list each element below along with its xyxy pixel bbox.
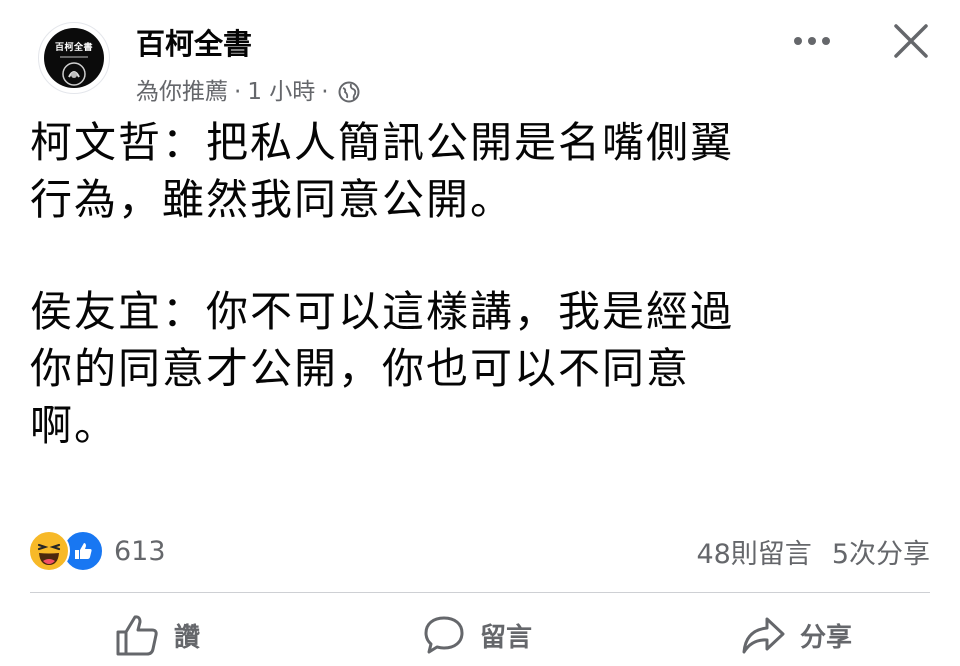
close-icon (894, 24, 928, 58)
comment-button[interactable]: 留言 (422, 610, 532, 660)
post-line: 柯文哲：把私人簡訊公開是名嘴側翼 (30, 118, 735, 167)
share-count-link[interactable]: 5次分享 (832, 532, 930, 571)
globe-icon (338, 81, 360, 103)
reactions-summary[interactable]: 613 (28, 530, 166, 572)
meta-separator: · (321, 79, 329, 105)
action-divider (30, 592, 930, 593)
meta-separator: · (234, 79, 242, 105)
close-button[interactable] (884, 16, 938, 66)
more-options-button[interactable] (788, 24, 836, 58)
reaction-count: 613 (114, 535, 166, 567)
like-button[interactable]: 讚 (114, 610, 200, 660)
more-dots-icon (794, 37, 830, 45)
action-bar: 讚 留言 分享 (0, 610, 960, 660)
engagement-stats: 48則留言 5次分享 (696, 532, 930, 571)
post-line: 你的同意才公開，你也可以不同意 (30, 344, 691, 393)
comment-count-link[interactable]: 48則留言 (696, 532, 811, 571)
page-name[interactable]: 百柯全書 (136, 24, 252, 64)
avatar-logo-text: 百柯全書 (54, 43, 93, 53)
thumbs-up-icon (116, 615, 158, 656)
post-line: 侯友宜：你不可以這樣講，我是經過 (30, 287, 735, 336)
share-arrow-icon (742, 617, 785, 654)
share-button-label: 分享 (800, 622, 853, 653)
post-line: 啊。 (30, 401, 119, 450)
like-button-label: 讚 (174, 622, 201, 653)
haha-icon (28, 530, 70, 572)
share-button[interactable]: 分享 (740, 610, 852, 660)
post-time[interactable]: 1 小時 (247, 76, 315, 108)
page-avatar[interactable]: 百柯全書 (44, 28, 104, 88)
recommendation-label: 為你推薦 (136, 79, 228, 105)
comment-button-label: 留言 (480, 622, 533, 653)
comment-bubble-icon (424, 616, 464, 654)
post-meta: 為你推薦 · 1 小時 · (136, 76, 361, 108)
post-text: 柯文哲：把私人簡訊公開是名嘴側翼 行為，雖然我同意公開。 侯友宜：你不可以這樣講… (30, 114, 930, 454)
avatar-logo-rule (60, 56, 88, 58)
avatar-emblem-icon (62, 62, 86, 86)
post-line: 行為，雖然我同意公開。 (30, 175, 515, 224)
